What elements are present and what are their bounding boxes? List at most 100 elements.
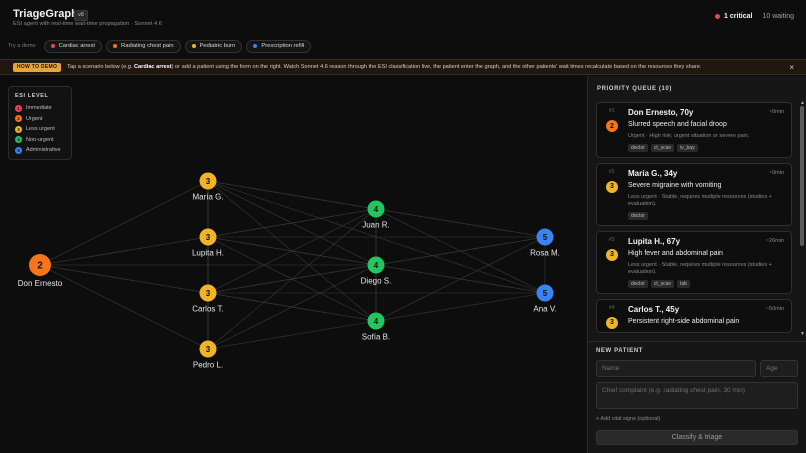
scroll-down-icon[interactable]: ▼: [800, 331, 805, 337]
node-label: Sofía B.: [362, 333, 390, 342]
app-subtitle: ESI agent with real-time wait-time propa…: [13, 21, 162, 27]
esi-badge-icon: 3: [606, 180, 618, 193]
orange-dot-icon: [113, 44, 118, 48]
app-header: TriageGraph v8 ESI agent with real-time …: [0, 0, 806, 36]
yellow-dot-icon: [191, 44, 196, 48]
chief-complaint: Persistent right-side abdominal pain: [628, 317, 740, 325]
esi-badge-icon: 3: [606, 316, 618, 329]
node-level: 3: [206, 233, 211, 242]
esi-description: Urgent · High risk; urgent situation or …: [628, 133, 750, 139]
close-icon[interactable]: ×: [789, 63, 794, 72]
queue-card[interactable]: #2 3 María G., 34y ~0min Severe migraine…: [596, 162, 792, 226]
wait-time: ~0min: [768, 169, 784, 176]
patient-name: Carlos T., 45y: [628, 304, 680, 314]
critical-dot-icon: [715, 14, 721, 19]
patient-node-pedro[interactable]: 3 Pedro L.: [193, 340, 223, 370]
node-level: 5: [543, 289, 548, 298]
patient-node-rosa[interactable]: 5 Rosa M.: [530, 228, 560, 258]
resource-tags: doctor ct_scan lab: [628, 279, 784, 288]
graph-edge: [207, 264, 377, 350]
demo-chip-radiating-chest-pain[interactable]: Radiating chest pain: [106, 39, 181, 53]
node-level: 3: [206, 289, 211, 298]
resource-tags: doctor ct_scan iv_bay: [628, 143, 784, 152]
node-level: 3: [206, 177, 211, 186]
name-input[interactable]: [596, 360, 756, 377]
esi-legend: ESI LEVEL 1 Immediate 2 Urgent 3 Less urgen…: [8, 86, 72, 160]
patient-node-juan[interactable]: 4 Juan R.: [362, 200, 390, 230]
patient-node-sofia[interactable]: 4 Sofía B.: [362, 312, 390, 342]
resource-tag: ct_scan: [650, 143, 675, 152]
chief-complaint-input[interactable]: [596, 382, 798, 409]
queue-rank: #2: [609, 168, 615, 175]
graph-edge: [375, 236, 546, 322]
banner-text: Tap a scenario below (e.g. Cardiac arres…: [67, 64, 702, 70]
triage-graph[interactable]: 2 Don Ernesto 3 María G. 3 Lupita H. 3 Carlos T…: [0, 76, 586, 453]
resource-tags: doctor: [628, 211, 784, 220]
node-level: 4: [374, 261, 379, 270]
queue-rank: #4: [609, 304, 615, 311]
graph-edge: [375, 208, 546, 238]
graph-edge: [375, 236, 546, 266]
demo-chip-pediatric-burn[interactable]: Pediatric burn: [184, 39, 243, 53]
add-vitals-link[interactable]: + Add vital signs (optional): [596, 416, 799, 422]
version-badge: v8: [74, 10, 88, 21]
graph-edge: [39, 180, 209, 266]
esi-description: Less urgent · Stable, requires multiple …: [628, 193, 772, 208]
classify-triage-button[interactable]: Classify & triage: [596, 430, 798, 445]
legend-title: ESI LEVEL: [15, 93, 49, 99]
priority-queue[interactable]: #1 2 Don Ernesto, 70y ~0min Slurred spee…: [596, 102, 793, 338]
esi-3-icon: 3: [15, 125, 22, 133]
node-level: 5: [543, 233, 548, 242]
graph-edge: [207, 208, 377, 238]
queue-rank: #1: [609, 108, 615, 114]
patient-name: María G., 34y: [628, 168, 678, 178]
resource-tag: ct_scan: [650, 279, 675, 288]
patient-node-ernesto[interactable]: 2 Don Ernesto: [18, 254, 63, 288]
chief-complaint: Severe migraine with vomiting: [628, 181, 722, 189]
queue-scrollbar[interactable]: [800, 106, 804, 246]
demo-chip-cardiac-arrest[interactable]: Cardiac arrest: [43, 39, 103, 53]
esi-badge-icon: 2: [606, 120, 618, 132]
sidebar: PRIORITY QUEUE (10) #1 2 Don Ernesto, 70…: [587, 76, 806, 453]
patient-node-diego[interactable]: 4 Diego S.: [361, 256, 392, 286]
esi-4-icon: 4: [15, 136, 22, 144]
queue-card[interactable]: #3 3 Lupita H., 67y ~26min High fever an…: [596, 230, 792, 294]
node-level: 4: [374, 205, 379, 214]
demo-chip-prescription-refill[interactable]: Prescription refill: [246, 39, 312, 53]
legend-item-less-urgent: 3 Less urgent: [15, 124, 65, 135]
patient-name: Don Ernesto, 70y: [628, 108, 694, 117]
esi-5-icon: 5: [15, 146, 22, 154]
legend-item-urgent: 2 Urgent: [15, 114, 65, 125]
header-stats: 1 critical 10 waiting: [715, 13, 794, 20]
patient-node-carlos[interactable]: 3 Carlos T.: [192, 284, 224, 314]
node-label: Carlos T.: [192, 305, 223, 314]
node-level: 2: [37, 261, 43, 272]
graph-edge: [207, 208, 377, 294]
demo-bar: Try a demo Cardiac arrest Radiating ches…: [0, 38, 312, 54]
age-input[interactable]: [760, 360, 798, 377]
node-level: 4: [374, 317, 379, 326]
node-label: Ana V.: [533, 305, 556, 314]
graph-edge: [207, 320, 377, 350]
wait-time: ~50min: [765, 305, 784, 312]
waiting-count: 10 waiting: [762, 13, 794, 20]
legend-item-administrative: 5 Administrative: [15, 145, 65, 156]
blue-dot-icon: [253, 44, 258, 48]
patient-node-maria[interactable]: 3 María G.: [192, 172, 224, 202]
chief-complaint: Slurred speech and facial droop: [628, 121, 727, 128]
node-label: María G.: [192, 193, 223, 202]
queue-card[interactable]: #1 2 Don Ernesto, 70y ~0min Slurred spee…: [596, 102, 792, 158]
queue-card[interactable]: #4 3 Carlos T., 45y ~50min Persistent ri…: [596, 298, 792, 333]
node-label: Diego S.: [361, 277, 392, 286]
new-patient-title: NEW PATIENT: [596, 348, 644, 354]
node-label: Juan R.: [362, 221, 390, 230]
resource-tag: iv_bay: [677, 143, 698, 152]
legend-item-non-urgent: 4 Non-urgent: [15, 135, 65, 146]
patient-name: Lupita H., 67y: [628, 236, 681, 246]
demo-label: Try a demo: [8, 43, 36, 49]
node-label: Don Ernesto: [18, 279, 63, 288]
red-dot-icon: [50, 44, 55, 48]
how-to-demo-badge: HOW TO DEMO: [13, 62, 62, 72]
graph-edge: [39, 264, 209, 350]
patient-node-lupita[interactable]: 3 Lupita H.: [192, 228, 224, 258]
